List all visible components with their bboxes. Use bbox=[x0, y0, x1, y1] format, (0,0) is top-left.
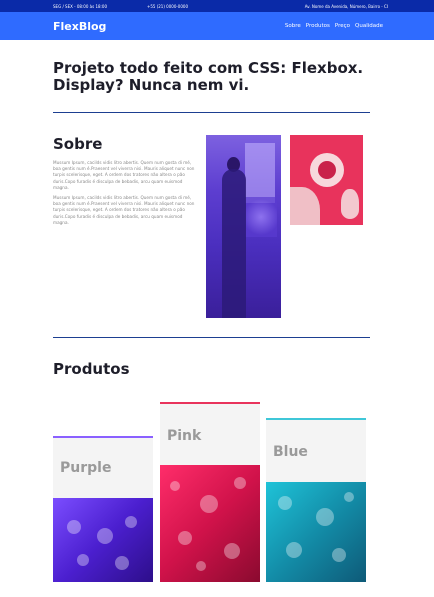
product-photo-pink bbox=[160, 465, 260, 582]
sobre-paragraph: Mussum Ipsum, cacilds vidis litro aberti… bbox=[53, 160, 195, 190]
nav-link-produtos[interactable]: Produtos bbox=[306, 23, 330, 29]
sobre-title: Sobre bbox=[53, 135, 103, 153]
photo-hand-shape bbox=[290, 187, 320, 225]
product-card-label: Purple bbox=[60, 460, 112, 476]
top-info-bar: SEG / SEX - 08:00 às 18:00 +55 (21) 0000… bbox=[0, 0, 434, 12]
sobre-photo-woman bbox=[206, 135, 281, 318]
product-photo-purple bbox=[53, 498, 153, 582]
intro-section: Projeto todo feito com CSS: Flexbox. Dis… bbox=[0, 40, 434, 112]
photo-plant-shape bbox=[245, 197, 277, 237]
photo-window-shape bbox=[245, 143, 275, 203]
photo-figure-shape bbox=[222, 169, 246, 318]
product-card-blue[interactable]: Blue bbox=[266, 418, 366, 582]
page-title-line-2: Display? Nunca nem vi. bbox=[53, 76, 250, 94]
sobre-section: Sobre Mussum Ipsum, cacilds vidis litro … bbox=[0, 113, 434, 337]
produtos-section: Produtos Purple Pink Blue bbox=[0, 338, 434, 597]
photo-hand-shape bbox=[341, 189, 359, 219]
site-header: FlexBlog Sobre Produtos Preço Qualidade bbox=[0, 12, 434, 40]
produtos-title: Produtos bbox=[53, 360, 130, 378]
sobre-paragraph: Mussum Ipsum, cacilds vidis litro aberti… bbox=[53, 195, 195, 225]
sobre-text-block: Mussum Ipsum, cacilds vidis litro aberti… bbox=[53, 160, 198, 230]
photo-food-shape bbox=[318, 161, 336, 179]
phone-text: +55 (21) 0000-0000 bbox=[146, 3, 188, 9]
page-title-line-1: Projeto todo feito com CSS: Flexbox. bbox=[53, 59, 364, 77]
product-card-label: Blue bbox=[273, 444, 308, 460]
page-title: Projeto todo feito com CSS: Flexbox. Dis… bbox=[53, 60, 381, 94]
site-logo[interactable]: FlexBlog bbox=[53, 20, 106, 33]
sobre-photo-food bbox=[290, 135, 363, 225]
product-photo-blue bbox=[266, 482, 366, 582]
schedule-text: SEG / SEX - 08:00 às 18:00 bbox=[53, 3, 107, 9]
main-nav: Sobre Produtos Preço Qualidade bbox=[285, 23, 383, 29]
product-card-label: Pink bbox=[167, 428, 202, 444]
nav-link-preco[interactable]: Preço bbox=[335, 23, 350, 29]
product-card-pink[interactable]: Pink bbox=[160, 402, 260, 582]
product-card-purple[interactable]: Purple bbox=[53, 436, 153, 582]
nav-link-sobre[interactable]: Sobre bbox=[285, 23, 301, 29]
address-text: Av. Nome da Avenida, Número, Bairro - CI bbox=[304, 3, 388, 9]
nav-link-qualidade[interactable]: Qualidade bbox=[355, 23, 383, 29]
